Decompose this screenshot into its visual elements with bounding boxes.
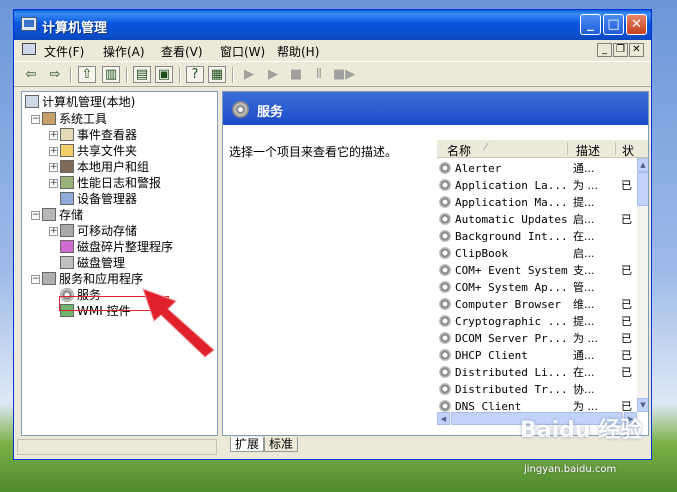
watermark-brand: Baidu 经验 bbox=[520, 418, 643, 443]
watermark-url: jingyan.baidu.com bbox=[524, 464, 617, 475]
